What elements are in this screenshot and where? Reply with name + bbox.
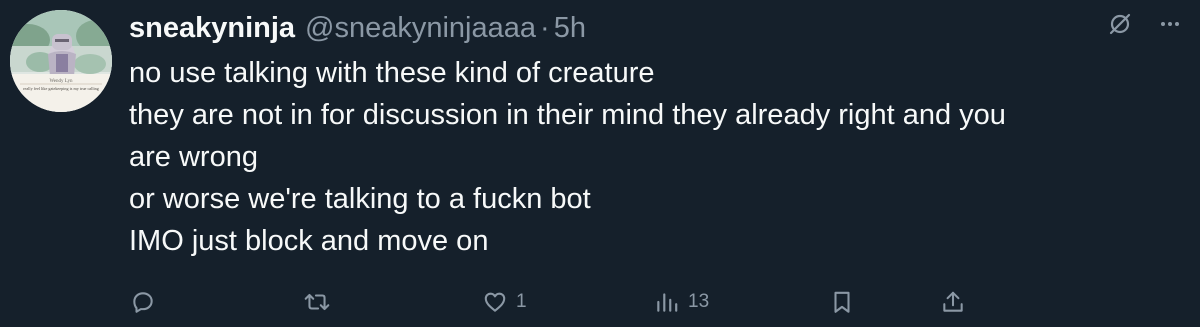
- views-icon: [657, 293, 678, 312]
- retweet-button[interactable]: [303, 282, 339, 322]
- tweet-text-line: IMO just block and move on: [129, 225, 489, 257]
- share-icon: [943, 291, 963, 312]
- grok-icon[interactable]: [1108, 12, 1132, 36]
- avatar[interactable]: Wendy Lyn really feel like gatekeeping i…: [10, 10, 112, 112]
- retweet-icon: [304, 293, 330, 311]
- views-count: 13: [688, 291, 710, 312]
- tweet-text: no use talking with these kind of creatu…: [129, 52, 1169, 262]
- tweet-text-line: they are not in for discussion in their …: [129, 99, 1006, 131]
- bookmark-icon: [834, 291, 850, 313]
- share-button[interactable]: [940, 282, 966, 322]
- tweet-action-bar: 1 13: [0, 282, 1200, 322]
- tweet-top-actions: [1108, 12, 1182, 36]
- bookmark-button[interactable]: [829, 282, 855, 322]
- reply-icon: [133, 292, 153, 313]
- tweet-text-line: no use talking with these kind of creatu…: [129, 57, 655, 89]
- timestamp[interactable]: 5h: [554, 12, 586, 45]
- tweet-text-line: are wrong: [129, 141, 258, 173]
- like-button[interactable]: 1: [482, 282, 527, 322]
- avatar-subcaption: really feel like gatekeeping is my true …: [23, 86, 100, 91]
- like-icon: [484, 292, 506, 312]
- avatar-caption: Wendy Lyn: [49, 79, 73, 84]
- user-handle[interactable]: @sneakyninjaaaa: [305, 12, 536, 45]
- tweet[interactable]: Wendy Lyn really feel like gatekeeping i…: [0, 0, 1200, 327]
- tweet-text-line: or worse we're talking to a fuckn bot: [129, 183, 591, 215]
- separator-dot: ·: [540, 11, 550, 44]
- views-button[interactable]: 13: [654, 282, 709, 322]
- more-icon[interactable]: [1158, 12, 1182, 36]
- like-count: 1: [516, 291, 527, 312]
- avatar-image: Wendy Lyn really feel like gatekeeping i…: [10, 10, 112, 112]
- reply-button[interactable]: [130, 282, 164, 322]
- tweet-header: sneakyninja @sneakyninjaaaa · 5h: [129, 6, 586, 50]
- display-name[interactable]: sneakyninja: [129, 12, 295, 45]
